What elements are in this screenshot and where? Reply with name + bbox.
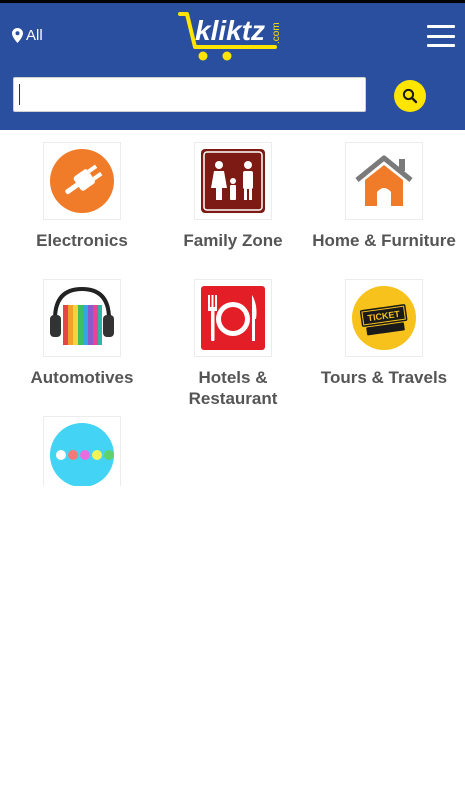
category-hotels-restaurant[interactable]: Hotels & Restaurant — [158, 279, 308, 409]
house-icon — [355, 155, 413, 206]
headphones-books-icon — [50, 286, 114, 345]
text-caret — [19, 84, 20, 105]
category-label: Automotives — [30, 368, 134, 387]
search-input[interactable] — [13, 77, 366, 112]
category-automotives[interactable]: Automotives — [7, 279, 157, 388]
category-home-furniture[interactable]: Home & Furniture — [309, 142, 459, 251]
category-tile — [194, 142, 272, 220]
category-tile: TICKET — [345, 279, 423, 357]
category-family-zone[interactable]: Family Zone — [158, 142, 308, 251]
search-icon — [402, 88, 418, 104]
cart-logo-icon: kliktz .com — [178, 12, 282, 61]
logo-suffix: .com — [271, 22, 282, 44]
map-pin-icon — [12, 28, 23, 43]
category-electronics[interactable]: Electronics — [7, 142, 157, 251]
category-label: Tours & Travels — [320, 368, 448, 387]
plate-cutlery-icon — [201, 286, 265, 350]
category-tile — [43, 142, 121, 220]
category-label: Family Zone — [183, 231, 283, 250]
location-selector[interactable]: All — [12, 27, 43, 44]
category-label: Electronics — [36, 231, 128, 250]
search-button[interactable] — [394, 80, 426, 112]
category-tile — [194, 279, 272, 357]
location-label: All — [26, 27, 43, 44]
category-tile — [43, 416, 121, 486]
category-tile — [345, 142, 423, 220]
category-tours-travels[interactable]: TICKET Tours & Travels — [309, 279, 459, 388]
kliktz-logo[interactable]: kliktz .com — [178, 7, 290, 63]
more-dots-icon — [50, 423, 114, 486]
category-label: Hotels & Restaurant — [188, 368, 278, 408]
hamburger-menu-icon[interactable] — [427, 25, 455, 47]
category-tile — [43, 279, 121, 357]
ticket-icon: TICKET — [352, 286, 416, 350]
logo-text: kliktz — [195, 15, 265, 46]
category-label: Home & Furniture — [312, 231, 456, 250]
category-more[interactable] — [7, 416, 157, 496]
plug-icon — [50, 149, 114, 213]
family-icon — [201, 149, 265, 213]
